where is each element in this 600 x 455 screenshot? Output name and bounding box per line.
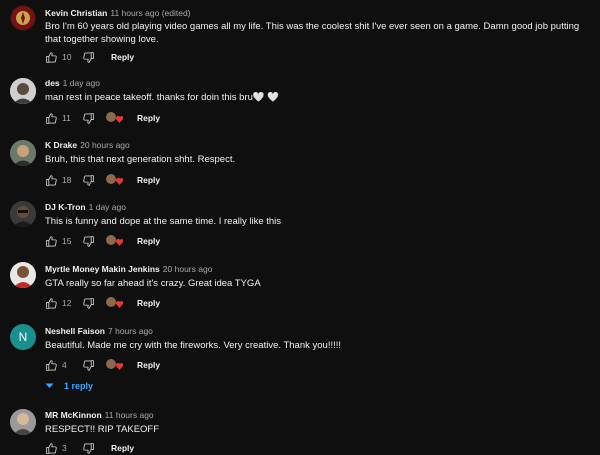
comment-header: Myrtle Money Makin Jenkins 20 hours ago <box>45 264 212 274</box>
comment-header: Neshell Faison 7 hours ago <box>45 326 153 336</box>
reply-button[interactable]: Reply <box>137 298 160 308</box>
timestamp[interactable]: 20 hours ago <box>163 264 213 274</box>
comment-text: man rest in peace takeoff. thanks for do… <box>45 92 280 103</box>
creator-heart-icon <box>105 234 124 248</box>
author-name[interactable]: MR McKinnon <box>45 410 102 420</box>
comment-actions: 10 Reply <box>45 50 134 64</box>
like-count: 4 <box>62 360 67 370</box>
comment-text: Bro I'm 60 years old playing video games… <box>45 21 580 45</box>
thumbs-down-icon[interactable] <box>82 174 95 187</box>
reply-button[interactable]: Reply <box>137 236 160 246</box>
creator-heart-icon <box>105 296 124 310</box>
like-count: 18 <box>62 175 72 185</box>
thumbs-down-icon[interactable] <box>82 112 95 125</box>
view-replies-button[interactable]: 1 reply <box>45 381 93 391</box>
comment-text: This is funny and dope at the same time.… <box>45 216 282 227</box>
timestamp[interactable]: 7 hours ago <box>108 326 153 336</box>
like-count: 10 <box>62 52 72 62</box>
author-name[interactable]: DJ K-Tron <box>45 202 86 212</box>
person-portrait-icon <box>10 409 36 435</box>
comment-header: K Drake 20 hours ago <box>45 140 130 150</box>
person-portrait-icon <box>10 201 36 227</box>
thumbs-down-icon[interactable] <box>82 442 95 455</box>
replies-count-label: 1 reply <box>64 381 94 391</box>
comment-text: RESPECT!! RIP TAKEOFF <box>45 424 160 435</box>
comment-text: Bruh, this that next generation shht. Re… <box>45 154 236 165</box>
reply-button[interactable]: Reply <box>137 360 160 370</box>
like-count: 12 <box>62 298 72 308</box>
like-count: 11 <box>62 113 71 123</box>
avatar[interactable] <box>10 5 36 31</box>
timestamp[interactable]: 11 hours ago <box>105 410 154 420</box>
thumbs-up-icon[interactable] <box>45 112 58 125</box>
reply-button[interactable]: Reply <box>111 443 134 453</box>
comment-actions: 11 Reply <box>45 111 160 125</box>
comment-header: Kevin Christian 11 hours ago (edited) <box>45 8 191 18</box>
author-name[interactable]: K Drake <box>45 140 77 150</box>
avatar[interactable] <box>10 78 36 104</box>
avatar-letter: N <box>18 330 28 344</box>
comment-actions: 12 Reply <box>45 296 160 310</box>
like-count: 3 <box>62 443 67 453</box>
thumbs-up-icon[interactable] <box>45 51 58 64</box>
comment-header: des 1 day ago <box>45 78 100 88</box>
avatar[interactable]: N <box>10 324 36 350</box>
timestamp[interactable]: 1 day ago <box>89 202 126 212</box>
comment-actions: 3 Reply <box>45 441 134 455</box>
timestamp[interactable]: 20 hours ago <box>80 140 130 150</box>
creator-heart-icon <box>105 111 124 125</box>
creator-heart-icon <box>105 173 124 187</box>
thumbs-down-icon[interactable] <box>82 297 95 310</box>
person-portrait-icon <box>10 78 36 104</box>
person-portrait-icon <box>10 140 36 166</box>
comment-actions: 4 Reply <box>45 358 160 372</box>
thumbs-up-icon[interactable] <box>45 235 58 248</box>
author-name[interactable]: des <box>45 78 60 88</box>
chevron-down-icon <box>45 381 54 391</box>
author-name[interactable]: Neshell Faison <box>45 326 105 336</box>
avatar[interactable] <box>10 140 36 166</box>
author-name[interactable]: Kevin Christian <box>45 8 107 18</box>
comment-actions: 18 Reply <box>45 173 160 187</box>
like-count: 15 <box>62 236 72 246</box>
thumbs-up-icon[interactable] <box>45 297 58 310</box>
comment-header: DJ K-Tron 1 day ago <box>45 202 126 212</box>
reply-button[interactable]: Reply <box>137 113 160 123</box>
author-name[interactable]: Myrtle Money Makin Jenkins <box>45 264 160 274</box>
person-portrait-icon <box>10 262 36 288</box>
comment-text: Beautiful. Made me cry with the firework… <box>45 340 342 351</box>
reply-button[interactable]: Reply <box>137 175 160 185</box>
avatar[interactable] <box>10 201 36 227</box>
timestamp[interactable]: 1 day ago <box>63 78 100 88</box>
thumbs-down-icon[interactable] <box>82 359 95 372</box>
thumbs-up-icon[interactable] <box>45 442 58 455</box>
comment-text: GTA really so far ahead it's crazy. Grea… <box>45 278 261 289</box>
reply-button[interactable]: Reply <box>111 52 134 62</box>
thumbs-down-icon[interactable] <box>82 235 95 248</box>
thumbs-down-icon[interactable] <box>82 51 95 64</box>
comment-header: MR McKinnon 11 hours ago <box>45 410 154 420</box>
timestamp[interactable]: 11 hours ago (edited) <box>110 8 190 18</box>
thumbs-up-icon[interactable] <box>45 174 58 187</box>
creator-heart-icon <box>105 358 124 372</box>
thumbs-up-icon[interactable] <box>45 359 58 372</box>
avatar[interactable] <box>10 262 36 288</box>
comment-actions: 15 Reply <box>45 234 160 248</box>
avatar[interactable] <box>10 409 36 435</box>
marine-emblem-icon <box>11 6 35 30</box>
